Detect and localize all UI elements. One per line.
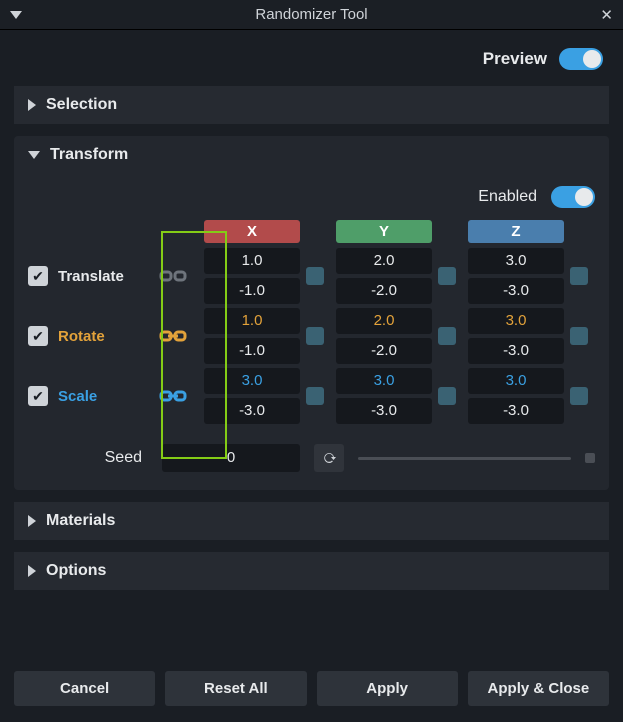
window-body: Preview Selection Transform Enabled xyxy=(0,30,623,671)
randomizer-window: Randomizer Tool ✕ Preview Selection Tran… xyxy=(0,0,623,722)
rotate-y-drag[interactable] xyxy=(438,327,456,345)
seed-input[interactable]: 0 xyxy=(162,444,300,472)
rotate-z-drag[interactable] xyxy=(570,327,588,345)
section-options: Options xyxy=(14,552,609,590)
seed-slider-end xyxy=(585,453,595,463)
translate-label: Translate xyxy=(58,268,142,285)
section-header-materials[interactable]: Materials xyxy=(14,502,609,540)
scale-link-icon[interactable] xyxy=(148,387,198,405)
cancel-button[interactable]: Cancel xyxy=(14,671,155,706)
section-title-selection: Selection xyxy=(46,96,117,114)
translate-checkbox[interactable]: ✔ xyxy=(28,266,48,286)
apply-button[interactable]: Apply xyxy=(317,671,458,706)
chevron-down-icon xyxy=(28,151,40,159)
scale-y-low[interactable]: -3.0 xyxy=(336,398,432,424)
section-header-transform[interactable]: Transform xyxy=(14,136,609,174)
preview-row: Preview xyxy=(14,42,609,74)
scale-y-high[interactable]: 3.0 xyxy=(336,368,432,394)
scale-x-drag[interactable] xyxy=(306,387,324,405)
seed-slider[interactable] xyxy=(358,457,571,460)
scale-z-low[interactable]: -3.0 xyxy=(468,398,564,424)
section-selection: Selection xyxy=(14,86,609,124)
titlebar: Randomizer Tool ✕ xyxy=(0,0,623,30)
translate-link-icon[interactable] xyxy=(148,267,198,285)
rotate-link-icon[interactable] xyxy=(148,327,198,345)
section-header-options[interactable]: Options xyxy=(14,552,609,590)
seed-label: Seed xyxy=(28,449,148,467)
transform-body: Enabled X Y Z ✔ Translate xyxy=(14,174,609,490)
section-header-selection[interactable]: Selection xyxy=(14,86,609,124)
axis-header-z: Z xyxy=(468,220,564,243)
reset-all-button[interactable]: Reset All xyxy=(165,671,306,706)
rotate-z-low[interactable]: -3.0 xyxy=(468,338,564,364)
translate-z-high[interactable]: 3.0 xyxy=(468,248,564,274)
enabled-row: Enabled xyxy=(28,186,595,218)
scale-z-high[interactable]: 3.0 xyxy=(468,368,564,394)
section-title-materials: Materials xyxy=(46,512,115,530)
section-title-transform: Transform xyxy=(50,146,128,164)
rotate-x-high[interactable]: 1.0 xyxy=(204,308,300,334)
refresh-icon xyxy=(321,450,337,466)
rotate-checkbox[interactable]: ✔ xyxy=(28,326,48,346)
chevron-right-icon xyxy=(28,565,36,577)
translate-z-drag[interactable] xyxy=(570,267,588,285)
rotate-x-low[interactable]: -1.0 xyxy=(204,338,300,364)
preview-toggle[interactable] xyxy=(559,48,603,70)
collapse-icon[interactable] xyxy=(10,11,22,19)
chevron-right-icon xyxy=(28,99,36,111)
translate-x-low[interactable]: -1.0 xyxy=(204,278,300,304)
translate-y-drag[interactable] xyxy=(438,267,456,285)
scale-x-high[interactable]: 3.0 xyxy=(204,368,300,394)
rotate-y-high[interactable]: 2.0 xyxy=(336,308,432,334)
translate-y-low[interactable]: -2.0 xyxy=(336,278,432,304)
scale-x-low[interactable]: -3.0 xyxy=(204,398,300,424)
section-transform: Transform Enabled X Y Z xyxy=(14,136,609,490)
section-materials: Materials xyxy=(14,502,609,540)
transform-grid: X Y Z ✔ Translate 1.0 -1.0 xyxy=(28,218,595,424)
enabled-label: Enabled xyxy=(478,188,537,206)
rotate-x-drag[interactable] xyxy=(306,327,324,345)
section-title-options: Options xyxy=(46,562,106,580)
seed-randomize-button[interactable] xyxy=(314,444,344,472)
rotate-z-high[interactable]: 3.0 xyxy=(468,308,564,334)
translate-z-low[interactable]: -3.0 xyxy=(468,278,564,304)
rotate-y-low[interactable]: -2.0 xyxy=(336,338,432,364)
translate-x-drag[interactable] xyxy=(306,267,324,285)
enabled-toggle[interactable] xyxy=(551,186,595,208)
apply-close-button[interactable]: Apply & Close xyxy=(468,671,609,706)
translate-y-high[interactable]: 2.0 xyxy=(336,248,432,274)
scale-y-drag[interactable] xyxy=(438,387,456,405)
scale-z-drag[interactable] xyxy=(570,387,588,405)
close-icon[interactable]: ✕ xyxy=(600,6,613,24)
scale-checkbox[interactable]: ✔ xyxy=(28,386,48,406)
translate-x-high[interactable]: 1.0 xyxy=(204,248,300,274)
window-title: Randomizer Tool xyxy=(0,6,623,23)
chevron-right-icon xyxy=(28,515,36,527)
scale-label: Scale xyxy=(58,388,142,405)
axis-header-x: X xyxy=(204,220,300,243)
preview-label: Preview xyxy=(483,49,547,69)
footer: Cancel Reset All Apply Apply & Close xyxy=(0,671,623,722)
rotate-label: Rotate xyxy=(58,328,142,345)
seed-row: Seed 0 xyxy=(28,444,595,472)
axis-header-y: Y xyxy=(336,220,432,243)
